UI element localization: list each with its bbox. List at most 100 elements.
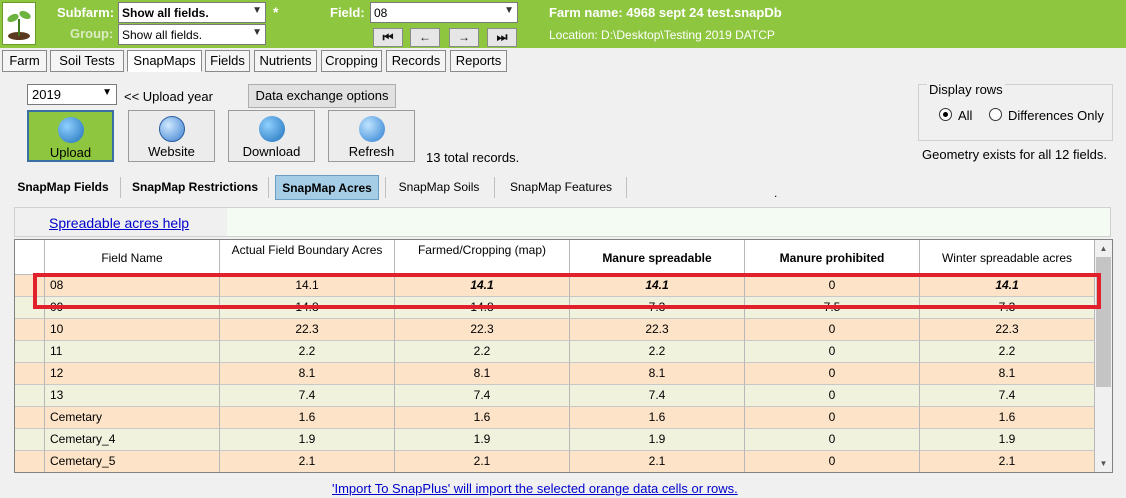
spreadable-acres-help-link[interactable]: Spreadable acres help: [49, 215, 189, 231]
table-row[interactable]: Cemetary_5 2.1 2.1 2.1 0 2.1: [15, 451, 1095, 472]
table-row[interactable]: 12 8.1 8.1 8.1 0 8.1: [15, 363, 1095, 385]
header-actual-acres[interactable]: Actual Field Boundary Acres: [220, 240, 395, 275]
subtab-snapmap-features[interactable]: SnapMap Features: [501, 175, 621, 200]
cell-farmed[interactable]: 8.1: [395, 363, 570, 385]
row-selector[interactable]: [15, 363, 45, 385]
tab-fields[interactable]: Fields: [205, 50, 250, 72]
cell-prohib[interactable]: 0: [745, 407, 920, 429]
row-selector[interactable]: [15, 451, 45, 472]
cell-prohib[interactable]: 0: [745, 341, 920, 363]
cell-name[interactable]: 13: [45, 385, 220, 407]
download-label: Download: [242, 144, 301, 159]
cell-spread[interactable]: 1.6: [570, 407, 745, 429]
upload-year-label: << Upload year: [124, 89, 213, 104]
cell-winter[interactable]: 1.6: [920, 407, 1095, 429]
subtab-snapmap-soils[interactable]: SnapMap Soils: [392, 175, 486, 200]
upload-year-select[interactable]: 2019 ▼: [27, 84, 117, 105]
download-button[interactable]: Download: [228, 110, 315, 162]
cell-name[interactable]: 11: [45, 341, 220, 363]
cell-actual[interactable]: 1.6: [220, 407, 395, 429]
table-row[interactable]: 13 7.4 7.4 7.4 0 7.4: [15, 385, 1095, 407]
header-winter-spreadable[interactable]: Winter spreadable acres: [920, 240, 1095, 275]
cell-actual[interactable]: 2.1: [220, 451, 395, 472]
cell-prohib[interactable]: 0: [745, 385, 920, 407]
cell-name[interactable]: Cemetary_5: [45, 451, 220, 472]
row-selector[interactable]: [15, 341, 45, 363]
group-label: Group:: [70, 26, 114, 41]
cell-farmed[interactable]: 2.2: [395, 341, 570, 363]
table-row[interactable]: 11 2.2 2.2 2.2 0 2.2: [15, 341, 1095, 363]
cell-name[interactable]: Cemetary_4: [45, 429, 220, 451]
cell-prohib[interactable]: 0: [745, 363, 920, 385]
nav-next-button[interactable]: →: [449, 28, 479, 47]
cell-actual[interactable]: 1.9: [220, 429, 395, 451]
cell-actual[interactable]: 22.3: [220, 319, 395, 341]
row-selector[interactable]: [15, 429, 45, 451]
cell-spread[interactable]: 1.9: [570, 429, 745, 451]
scroll-down-icon[interactable]: ▼: [1095, 455, 1112, 472]
subtab-snapmap-fields[interactable]: SnapMap Fields: [14, 175, 112, 200]
data-exchange-options-button[interactable]: Data exchange options: [248, 84, 396, 108]
cell-spread[interactable]: 2.1: [570, 451, 745, 472]
tab-snapmaps[interactable]: SnapMaps: [127, 50, 202, 72]
website-button[interactable]: Website: [128, 110, 215, 162]
tab-cropping[interactable]: Cropping: [321, 50, 382, 72]
tab-reports[interactable]: Reports: [450, 50, 507, 72]
cell-farmed[interactable]: 1.9: [395, 429, 570, 451]
header-manure-spreadable[interactable]: Manure spreadable: [570, 240, 745, 275]
row-selector[interactable]: [15, 407, 45, 429]
cell-winter[interactable]: 2.2: [920, 341, 1095, 363]
cell-winter[interactable]: 7.4: [920, 385, 1095, 407]
tab-nutrients[interactable]: Nutrients: [254, 50, 317, 72]
tab-soil-tests[interactable]: Soil Tests: [50, 50, 124, 72]
cell-prohib[interactable]: 0: [745, 451, 920, 472]
subtab-snapmap-restrictions[interactable]: SnapMap Restrictions: [128, 175, 262, 200]
cell-name[interactable]: Cemetary: [45, 407, 220, 429]
cell-farmed[interactable]: 7.4: [395, 385, 570, 407]
table-row[interactable]: Cemetary_4 1.9 1.9 1.9 0 1.9: [15, 429, 1095, 451]
refresh-button[interactable]: Refresh: [328, 110, 415, 162]
row-selector[interactable]: [15, 319, 45, 341]
header-field-name[interactable]: Field Name: [45, 240, 220, 275]
cell-spread[interactable]: 22.3: [570, 319, 745, 341]
radio-differences-only[interactable]: [989, 108, 1002, 121]
radio-all[interactable]: [939, 108, 952, 121]
upload-button[interactable]: Upload: [27, 110, 114, 162]
import-hint-link[interactable]: 'Import To SnapPlus' will import the sel…: [332, 481, 738, 496]
tab-farm[interactable]: Farm: [2, 50, 47, 72]
table-row[interactable]: 10 22.3 22.3 22.3 0 22.3: [15, 319, 1095, 341]
cell-farmed[interactable]: 2.1: [395, 451, 570, 472]
scroll-up-icon[interactable]: ▲: [1095, 240, 1112, 257]
cell-name[interactable]: 10: [45, 319, 220, 341]
field-select[interactable]: 08 ▼: [370, 2, 518, 23]
subtab-snapmap-acres[interactable]: SnapMap Acres: [275, 175, 379, 200]
nav-first-button[interactable]: ⏮: [373, 28, 403, 47]
cell-spread[interactable]: 8.1: [570, 363, 745, 385]
cell-farmed[interactable]: 1.6: [395, 407, 570, 429]
nav-last-button[interactable]: ⏭: [487, 28, 517, 47]
cell-spread[interactable]: 2.2: [570, 341, 745, 363]
cell-spread[interactable]: 7.4: [570, 385, 745, 407]
cell-winter[interactable]: 22.3: [920, 319, 1095, 341]
cell-prohib[interactable]: 0: [745, 429, 920, 451]
cell-actual[interactable]: 7.4: [220, 385, 395, 407]
group-select[interactable]: Show all fields. ▼: [118, 24, 266, 45]
cell-prohib[interactable]: 0: [745, 319, 920, 341]
header-farmed-cropping[interactable]: Farmed/Cropping (map): [395, 240, 570, 275]
cell-winter[interactable]: 8.1: [920, 363, 1095, 385]
total-records: 13 total records.: [426, 150, 520, 165]
cell-winter[interactable]: 2.1: [920, 451, 1095, 472]
cell-name[interactable]: 12: [45, 363, 220, 385]
header-manure-prohibited[interactable]: Manure prohibited: [745, 240, 920, 275]
row-selector[interactable]: [15, 385, 45, 407]
radio-all-label: All: [958, 108, 973, 123]
table-row[interactable]: Cemetary 1.6 1.6 1.6 0 1.6: [15, 407, 1095, 429]
cell-winter[interactable]: 1.9: [920, 429, 1095, 451]
cell-actual[interactable]: 2.2: [220, 341, 395, 363]
group-value: Show all fields.: [122, 28, 203, 42]
cell-farmed[interactable]: 22.3: [395, 319, 570, 341]
tab-records[interactable]: Records: [386, 50, 446, 72]
nav-prev-button[interactable]: ←: [410, 28, 440, 47]
subfarm-select[interactable]: Show all fields. ▼: [118, 2, 266, 23]
cell-actual[interactable]: 8.1: [220, 363, 395, 385]
